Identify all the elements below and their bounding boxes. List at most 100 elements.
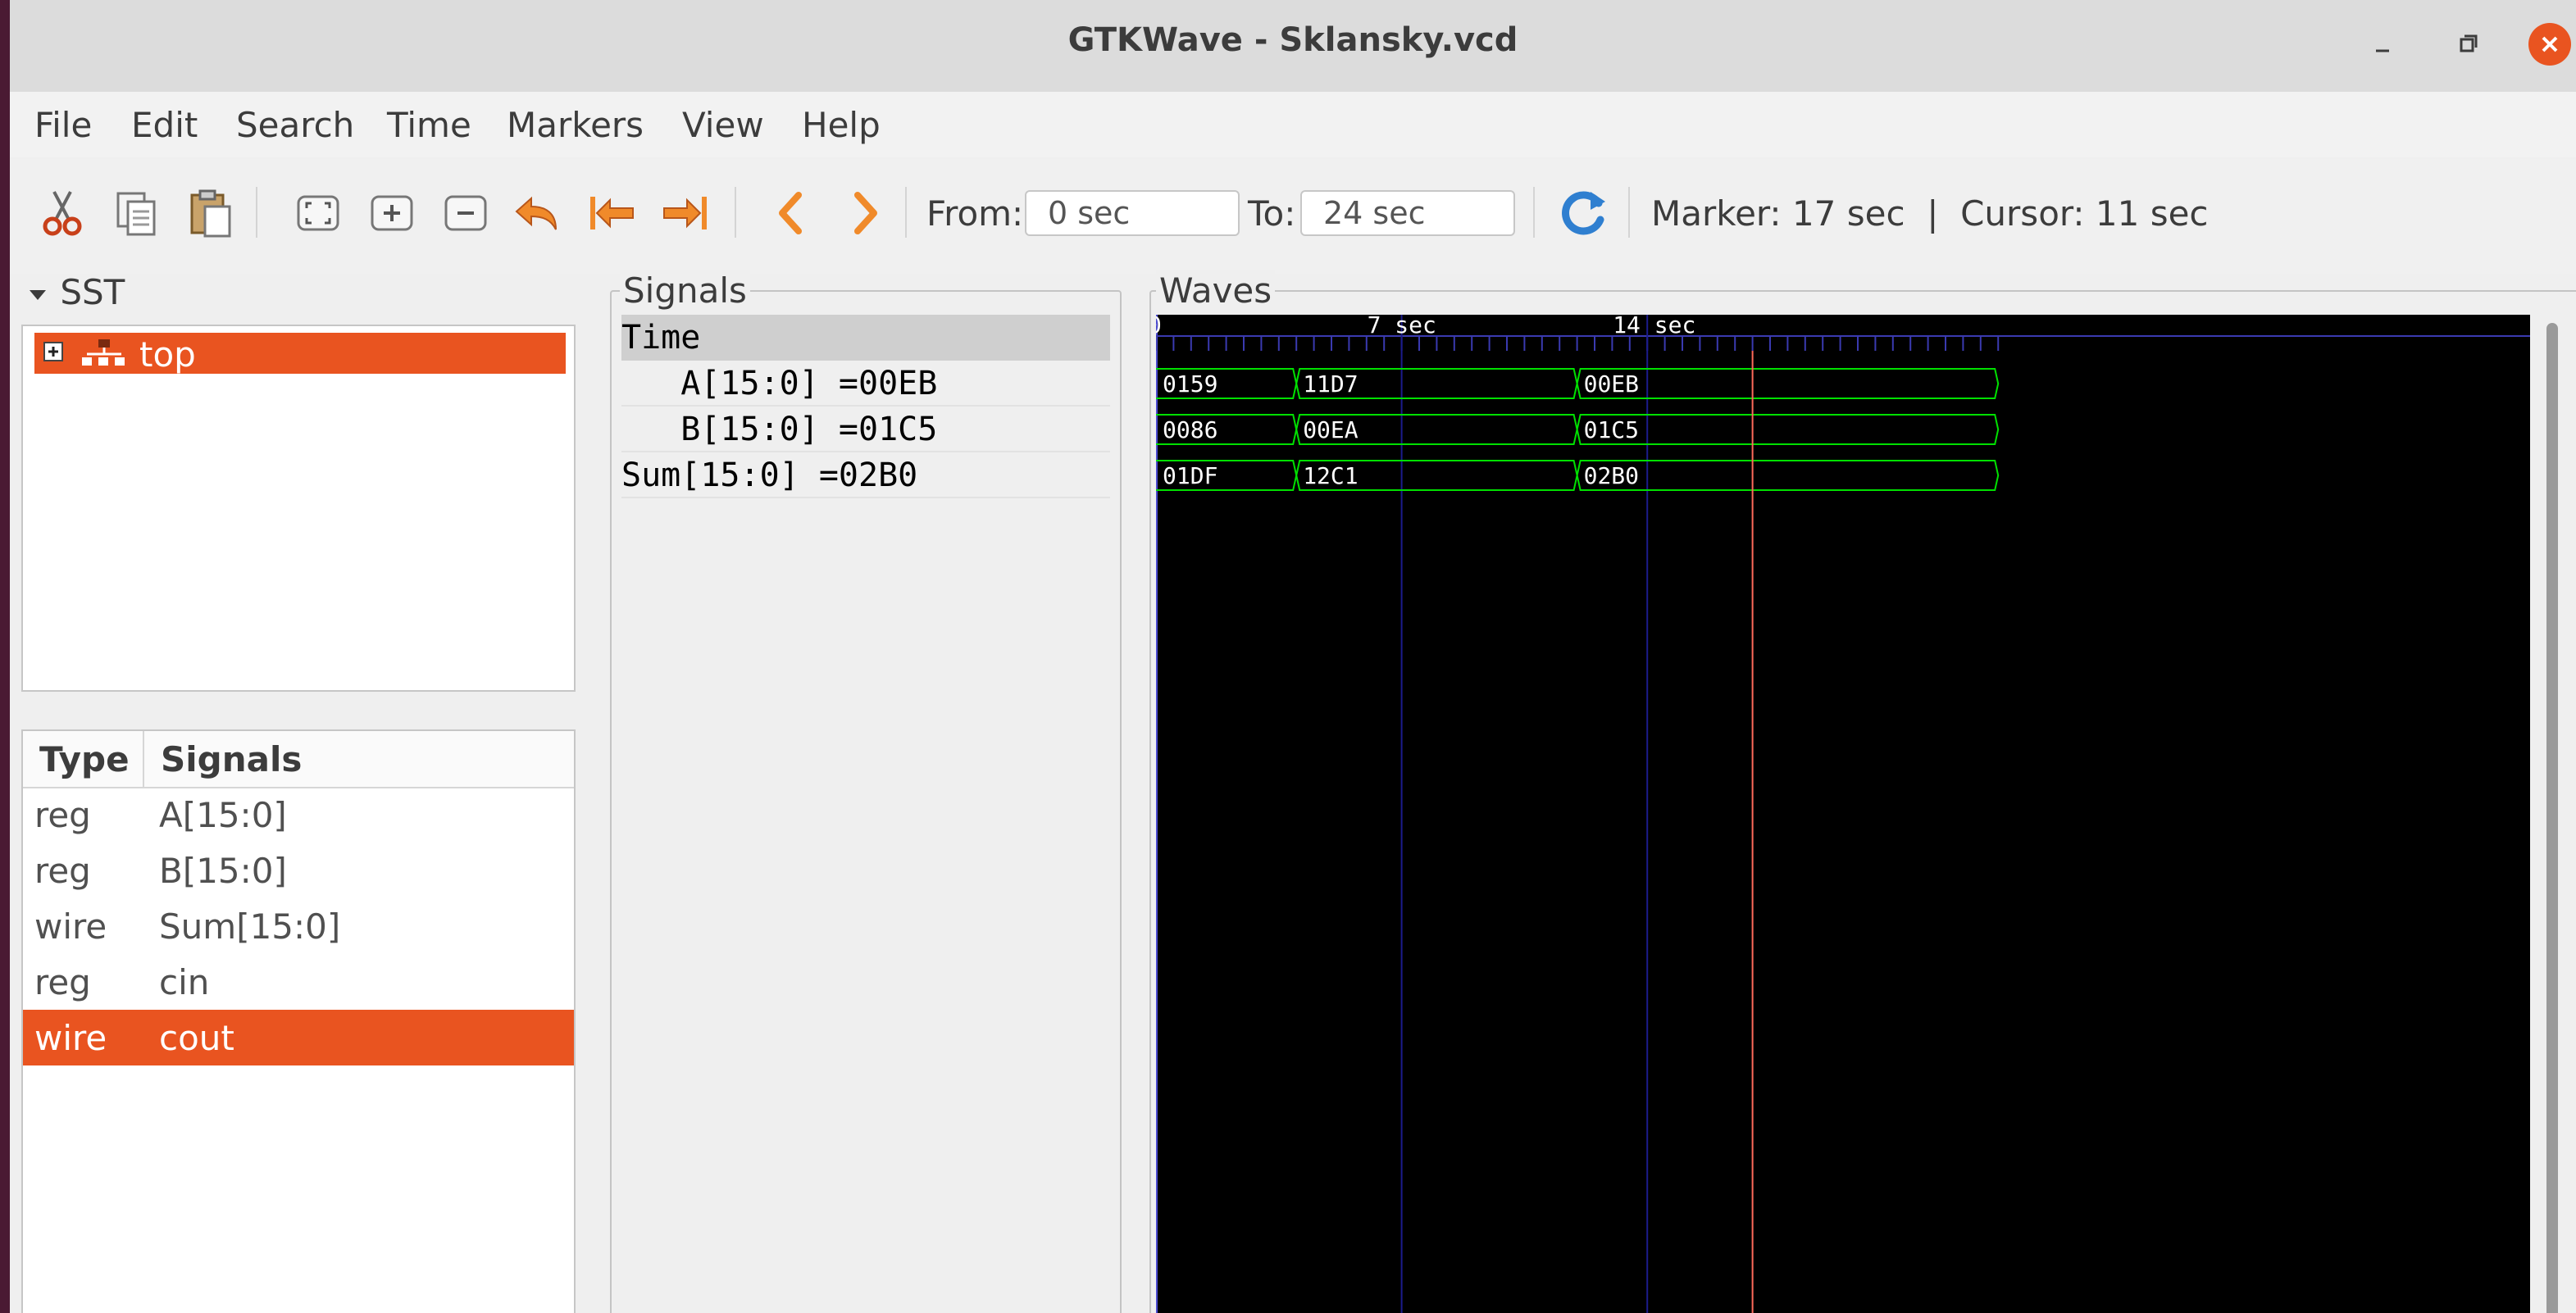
from-time-input[interactable] [1025, 190, 1240, 236]
toolbar-separator [1533, 187, 1535, 238]
column-header-type[interactable]: Type [39, 739, 130, 779]
hierarchy-tree[interactable]: top [21, 325, 576, 692]
vertical-scrollbar[interactable] [2535, 315, 2571, 1313]
bus-value-label: 00EA [1303, 416, 1359, 443]
ruler-tick-label: 7 sec [1368, 315, 1436, 338]
bus-value-segment [1576, 414, 2000, 445]
minimize-button[interactable] [2361, 23, 2404, 66]
table-row-selected[interactable]: wire cout [23, 1010, 574, 1065]
zoom-out-icon [444, 195, 487, 231]
signal-name: B[15:0] [159, 851, 287, 891]
column-header-signals[interactable]: Signals [161, 739, 302, 779]
signal-type: reg [34, 851, 91, 891]
close-button[interactable] [2528, 23, 2571, 66]
to-time-input[interactable] [1300, 190, 1515, 236]
table-row[interactable]: reg cin [23, 954, 574, 1010]
scissors-icon [43, 191, 82, 236]
toolbar-separator [735, 187, 736, 238]
reload-button[interactable] [1554, 184, 1613, 243]
module-hierarchy-icon [82, 339, 125, 366]
menu-view[interactable]: View [682, 105, 764, 145]
bus-value-segment [1576, 368, 2000, 399]
triangle-down-icon [30, 289, 46, 300]
table-row[interactable]: wire Sum[15:0] [23, 898, 574, 954]
sst-signal-table: Type Signals reg A[15:0] reg B[15:0] wir… [21, 729, 576, 1313]
toolbar: From: To: Marker: 17 sec | Cursor: 11 se… [10, 159, 2576, 274]
tree-item-label: top [139, 334, 196, 375]
signal-type: wire [34, 906, 107, 947]
restore-button[interactable] [2446, 23, 2489, 66]
sst-expander[interactable]: SST [26, 272, 125, 312]
waveform-canvas[interactable]: 0 7 sec 14 sec 0159 11D7 00EB 0086 00EA 01C5 01DF… [1148, 311, 2530, 1313]
ruler-tick-label: 0 [1156, 315, 1162, 338]
bus-value-label: 02B0 [1584, 462, 1639, 489]
tree-item-top[interactable]: top [34, 333, 566, 375]
signal-name: cout [159, 1018, 234, 1058]
close-icon [2542, 36, 2558, 52]
chevron-left-icon [779, 192, 802, 234]
signal-type: reg [34, 795, 91, 835]
ruler-tick-label: 14 sec [1613, 315, 1695, 338]
bus-value-label: 00EB [1584, 370, 1639, 398]
table-row[interactable]: reg A[15:0] [23, 787, 574, 843]
bus-value-label: 01DF [1163, 462, 1217, 489]
sst-panel: SST top Type Signals reg A[15:0] reg B[1… [10, 270, 584, 1313]
paste-icon [190, 189, 231, 238]
bus-value-label: 0159 [1163, 370, 1217, 398]
arrow-to-end-icon [663, 197, 707, 229]
waves-title: Waves [1156, 270, 1276, 311]
signal-row-time[interactable]: Time [621, 315, 1110, 361]
menu-help[interactable]: Help [802, 105, 881, 145]
bus-value-label: 0086 [1163, 416, 1217, 443]
signal-name: A[15:0] [159, 795, 287, 835]
signal-type: wire [34, 1018, 107, 1058]
menu-edit[interactable]: Edit [131, 105, 198, 145]
toolbar-separator [1628, 187, 1630, 238]
toolbar-separator [256, 187, 257, 238]
previous-edge-button[interactable] [762, 184, 821, 243]
menu-markers[interactable]: Markers [507, 105, 644, 145]
from-label: From: [926, 193, 1024, 234]
paste-button[interactable] [180, 184, 239, 243]
restore-icon [2460, 34, 2478, 52]
reload-icon [1562, 191, 1605, 235]
signal-row[interactable]: B[15:0] =01C5 [621, 407, 1110, 452]
zoom-out-button[interactable] [436, 184, 495, 243]
sst-title: SST [60, 272, 125, 312]
waves-panel: Waves 0 7 sec 14 sec 0159 11D7 00EB 0086 00EA 01… [1146, 270, 2576, 1313]
zoom-end-button[interactable] [656, 184, 715, 243]
bus-value-label: 12C1 [1303, 462, 1358, 489]
next-edge-button[interactable] [835, 184, 894, 243]
signals-panel: Signals Time A[15:0] =00EB B[15:0] =01C5… [607, 270, 1140, 1313]
bus-value-label: 01C5 [1584, 416, 1639, 443]
gtkwave-window: GTKWave - Sklansky.vcd File Edit Search … [0, 0, 2576, 1313]
zoom-fit-button[interactable] [289, 184, 348, 243]
arrow-to-start-icon [590, 197, 634, 229]
marker-cursor-status: Marker: 17 sec | Cursor: 11 sec [1651, 193, 2209, 234]
signal-row[interactable]: Sum[15:0] =02B0 [621, 452, 1110, 498]
signals-title: Signals [620, 270, 750, 311]
expand-plus-icon[interactable] [43, 341, 66, 364]
signal-name: cin [159, 962, 210, 1002]
minimize-icon [2376, 49, 2389, 52]
column-divider [143, 731, 144, 787]
zoom-start-button[interactable] [582, 184, 641, 243]
table-header: Type Signals [23, 731, 574, 788]
copy-icon [116, 192, 156, 236]
title-bar[interactable]: GTKWave - Sklansky.vcd [10, 0, 2576, 93]
toolbar-separator [905, 187, 907, 238]
zoom-in-button[interactable] [362, 184, 421, 243]
undo-zoom-button[interactable] [508, 184, 567, 243]
menu-time[interactable]: Time [387, 105, 471, 145]
cut-button[interactable] [33, 184, 92, 243]
waveform-svg[interactable]: 0 7 sec 14 sec 0159 11D7 00EB 0086 00EA 01C5 01DF… [1148, 311, 2530, 1313]
chevron-right-icon [854, 192, 877, 234]
to-label: To: [1248, 193, 1296, 234]
signal-row[interactable]: A[15:0] =00EB [621, 361, 1110, 407]
table-row[interactable]: reg B[15:0] [23, 843, 574, 898]
menu-bar: File Edit Search Time Markers View Help [10, 92, 2576, 157]
copy-button[interactable] [107, 184, 166, 243]
menu-file[interactable]: File [34, 105, 92, 145]
scrollbar-thumb[interactable] [2546, 323, 2558, 1313]
menu-search[interactable]: Search [236, 105, 354, 145]
